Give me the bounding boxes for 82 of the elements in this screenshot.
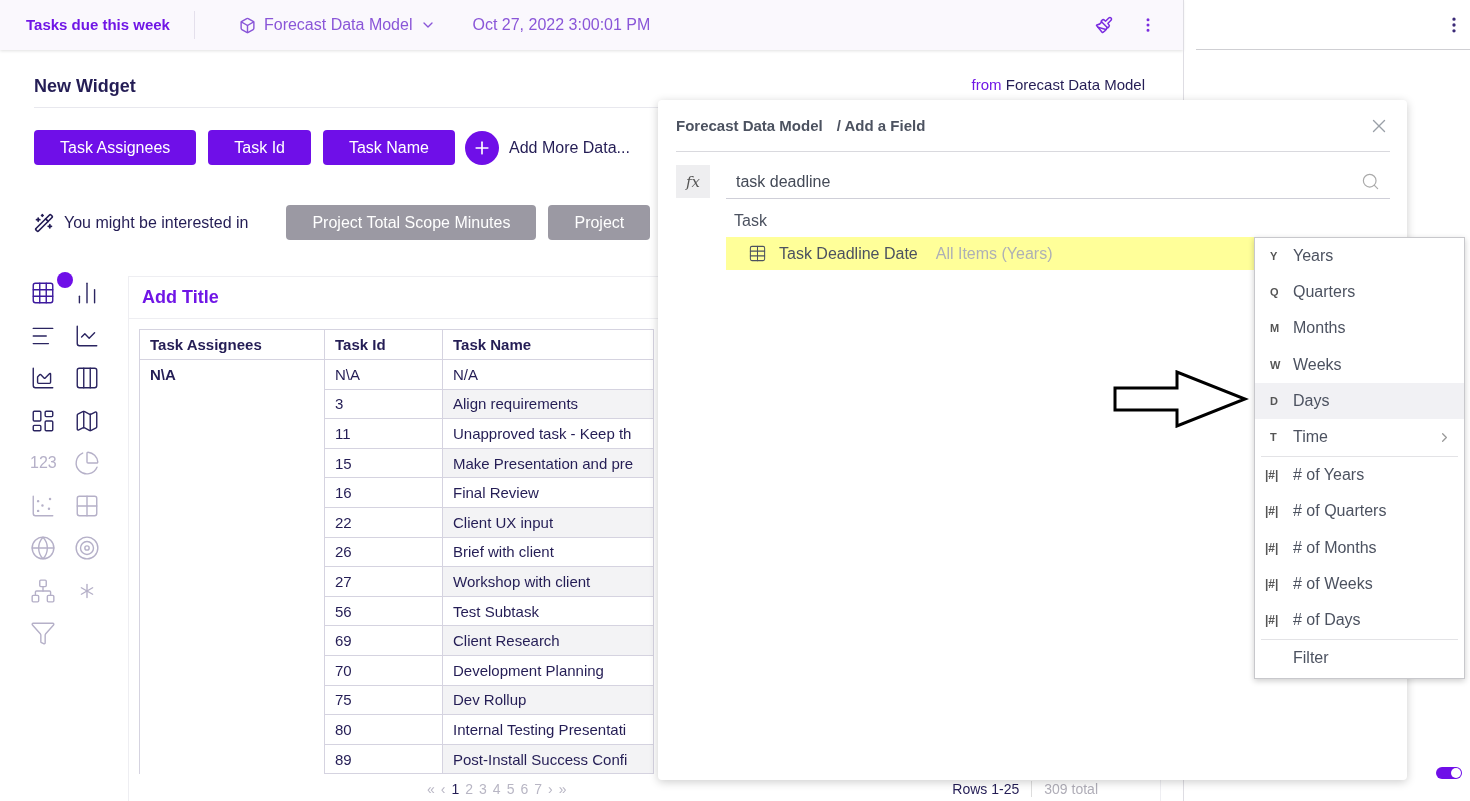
widget-title: New Widget bbox=[34, 76, 136, 97]
table-cell: 70 bbox=[324, 655, 443, 686]
menu-item[interactable]: |#| # of Quarters bbox=[1255, 493, 1464, 530]
suggestion-label: You might be interested in bbox=[64, 213, 249, 232]
table-cell: N\A bbox=[150, 366, 176, 384]
table-cell: Unapproved task - Keep th bbox=[442, 418, 654, 449]
table-cell: 26 bbox=[324, 537, 443, 567]
table-cell: Final Review bbox=[442, 477, 654, 508]
menu-item[interactable]: Q Quarters bbox=[1255, 274, 1464, 311]
globe-icon bbox=[30, 535, 56, 561]
table-cell: Client UX input bbox=[442, 507, 654, 538]
magic-wand-icon bbox=[34, 212, 54, 233]
rows-range: Rows 1-25 bbox=[952, 781, 1033, 798]
dialog-title: / Add a Field bbox=[836, 117, 926, 134]
table-cell: N\A bbox=[324, 359, 443, 390]
area-chart-chart-button[interactable] bbox=[30, 365, 56, 391]
column-header: Task Id bbox=[324, 329, 443, 360]
columns-icon bbox=[74, 365, 100, 391]
columns-chart-button[interactable] bbox=[74, 365, 100, 391]
table-cell: N/A bbox=[442, 359, 654, 390]
menu-item[interactable]: |#| # of Months bbox=[1255, 529, 1464, 566]
menu-item[interactable]: T Time bbox=[1255, 418, 1464, 456]
target-icon bbox=[74, 535, 100, 561]
formula-button[interactable]: fx bbox=[676, 165, 710, 198]
total-count: 309 total bbox=[1043, 781, 1099, 798]
search-field[interactable]: task deadline bbox=[736, 172, 1361, 191]
menu-item[interactable]: |#| # of Years bbox=[1255, 457, 1464, 494]
menu-item[interactable]: W Weeks bbox=[1255, 346, 1464, 383]
add-more-data-link[interactable]: Add More Data... bbox=[509, 138, 630, 157]
table-cell: Development Planning bbox=[442, 655, 654, 686]
table-cell: Internal Testing Presentati bbox=[442, 714, 654, 745]
menu-item[interactable]: Filter bbox=[1255, 640, 1464, 677]
table-cell: Test Subtask bbox=[442, 596, 654, 626]
table-cell: Make Presentation and pre bbox=[442, 448, 654, 478]
table-cell: Post-Install Success Confi bbox=[442, 744, 654, 774]
card-title[interactable]: Add Title bbox=[142, 287, 219, 308]
table-cell: 89 bbox=[324, 744, 443, 774]
table-cell: 15 bbox=[324, 448, 443, 478]
menu-item[interactable]: Y Years bbox=[1255, 238, 1464, 275]
brush-icon[interactable] bbox=[1095, 16, 1113, 34]
dashboard-title: Tasks due this week bbox=[26, 11, 195, 39]
column-header: Task Assignees bbox=[139, 329, 325, 360]
data-source-label: from Forecast Data Model bbox=[971, 76, 1145, 93]
dialog-model-name: Forecast Data Model bbox=[676, 117, 823, 134]
menu-item[interactable]: |#| # of Weeks bbox=[1255, 565, 1464, 602]
table-cell: 3 bbox=[324, 389, 443, 419]
table-cell: Dev Rollup bbox=[442, 685, 654, 715]
pointer-arrow-icon bbox=[1113, 370, 1249, 428]
cube-icon bbox=[238, 16, 256, 34]
column-header: Task Name bbox=[442, 329, 654, 360]
table-cell: 16 bbox=[324, 477, 443, 508]
grid-chart-button[interactable] bbox=[30, 280, 56, 306]
table-cell: 22 bbox=[324, 507, 443, 538]
table-icon bbox=[748, 244, 767, 263]
timestamp: Oct 27, 2022 3:00:01 PM bbox=[472, 16, 651, 34]
table-cell: Client Research bbox=[442, 625, 654, 656]
menu-item[interactable]: M Months bbox=[1255, 310, 1464, 347]
table-cell: Align requirements bbox=[442, 389, 654, 419]
field-chip[interactable]: Task Id bbox=[208, 130, 311, 165]
table-cell: 75 bbox=[324, 685, 443, 715]
funnel-icon bbox=[30, 620, 56, 646]
search-icon bbox=[1361, 172, 1380, 191]
table-cell: 69 bbox=[324, 625, 443, 656]
field-chip[interactable]: Task Assignees bbox=[34, 130, 197, 165]
field-chip[interactable]: Task Name bbox=[322, 130, 455, 165]
table-cell: Brief with client bbox=[442, 537, 654, 567]
area-chart-icon bbox=[30, 365, 56, 391]
group-label: Task bbox=[734, 212, 767, 229]
tree-icon bbox=[30, 577, 56, 604]
table-cell: 27 bbox=[324, 566, 443, 597]
table-cell: 80 bbox=[324, 714, 443, 745]
model-selector[interactable]: Forecast Data Model bbox=[238, 16, 437, 34]
add-button[interactable] bbox=[465, 130, 499, 165]
pie-chart-icon bbox=[74, 450, 100, 476]
toggle-switch[interactable] bbox=[1436, 767, 1462, 779]
table-cell: 11 bbox=[324, 418, 443, 449]
table-cell: 56 bbox=[324, 596, 443, 626]
menu-item[interactable]: D Days bbox=[1255, 382, 1464, 419]
grid-icon bbox=[30, 280, 56, 306]
table-cell: Workshop with client bbox=[442, 566, 654, 597]
page-button[interactable]: 1 bbox=[448, 781, 463, 798]
menu-item[interactable]: |#| # of Days bbox=[1255, 601, 1464, 639]
